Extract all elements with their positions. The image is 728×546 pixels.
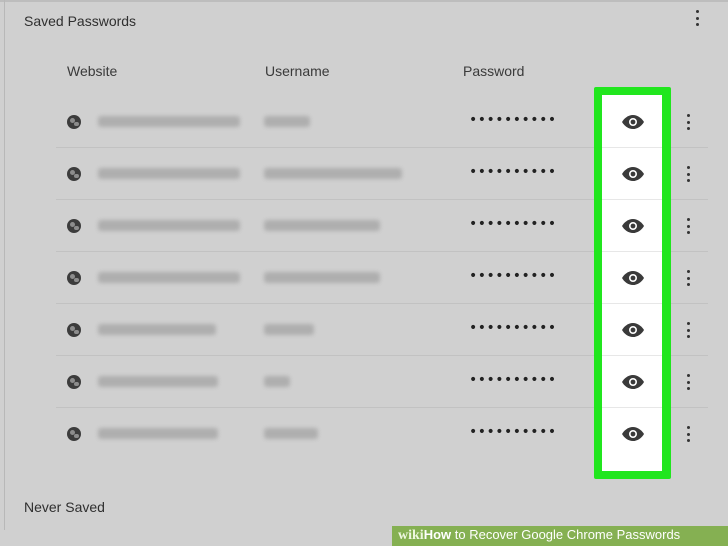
row-more-icon[interactable] <box>682 322 694 338</box>
column-header-website: Website <box>67 63 118 79</box>
saved-passwords-title: Saved Passwords <box>24 13 137 29</box>
password-masked: •••••••••• <box>469 372 557 388</box>
username-blurred <box>264 376 290 387</box>
password-masked: •••••••••• <box>469 216 557 232</box>
row-more-icon[interactable] <box>682 270 694 286</box>
username-blurred <box>264 220 380 231</box>
password-masked: •••••••••• <box>469 112 557 128</box>
globe-icon <box>67 167 81 181</box>
reveal-password-cell <box>602 408 662 460</box>
password-masked: •••••••••• <box>469 424 557 440</box>
username-blurred <box>264 168 402 179</box>
settings-panel: Saved Passwords Website Username Passwor… <box>0 0 728 546</box>
row-more-icon[interactable] <box>682 374 694 390</box>
website-blurred <box>98 220 240 231</box>
globe-icon <box>67 427 81 441</box>
row-more-icon[interactable] <box>682 426 694 442</box>
row-more-icon[interactable] <box>682 114 694 130</box>
top-border <box>0 0 728 2</box>
reveal-password-cell <box>602 148 662 200</box>
column-header-username: Username <box>265 63 330 79</box>
eye-icon[interactable] <box>622 167 644 181</box>
row-more-icon[interactable] <box>682 218 694 234</box>
globe-icon <box>67 375 81 389</box>
column-header-password: Password <box>463 63 525 79</box>
watermark-brand: wiki <box>398 528 424 543</box>
globe-icon <box>67 115 81 129</box>
globe-icon <box>67 271 81 285</box>
never-saved-title: Never Saved <box>24 499 105 515</box>
website-blurred <box>98 324 216 335</box>
password-masked: •••••••••• <box>469 320 557 336</box>
watermark-title: to Recover Google Chrome Passwords <box>451 527 681 542</box>
username-blurred <box>264 324 314 335</box>
eye-icon[interactable] <box>622 115 644 129</box>
saved-passwords-more-icon[interactable] <box>691 10 703 26</box>
username-blurred <box>264 116 310 127</box>
eye-icon[interactable] <box>622 323 644 337</box>
eye-icon[interactable] <box>622 427 644 441</box>
reveal-password-cell <box>602 252 662 304</box>
website-blurred <box>98 168 240 179</box>
globe-icon <box>67 219 81 233</box>
globe-icon <box>67 323 81 337</box>
eye-icon[interactable] <box>622 219 644 233</box>
website-blurred <box>98 428 218 439</box>
website-blurred <box>98 116 240 127</box>
left-border <box>4 0 5 530</box>
website-blurred <box>98 376 218 387</box>
password-masked: •••••••••• <box>469 268 557 284</box>
website-blurred <box>98 272 240 283</box>
reveal-password-cell <box>602 356 662 408</box>
username-blurred <box>264 272 380 283</box>
password-masked: •••••••••• <box>469 164 557 180</box>
reveal-password-cell <box>602 96 662 148</box>
reveal-password-cell <box>602 200 662 252</box>
username-blurred <box>264 428 318 439</box>
watermark-text: wikiHow to Recover Google Chrome Passwor… <box>398 527 680 544</box>
eye-icon[interactable] <box>622 375 644 389</box>
reveal-password-cell <box>602 304 662 356</box>
watermark-how: How <box>423 527 452 542</box>
row-more-icon[interactable] <box>682 166 694 182</box>
eye-icon[interactable] <box>622 271 644 285</box>
